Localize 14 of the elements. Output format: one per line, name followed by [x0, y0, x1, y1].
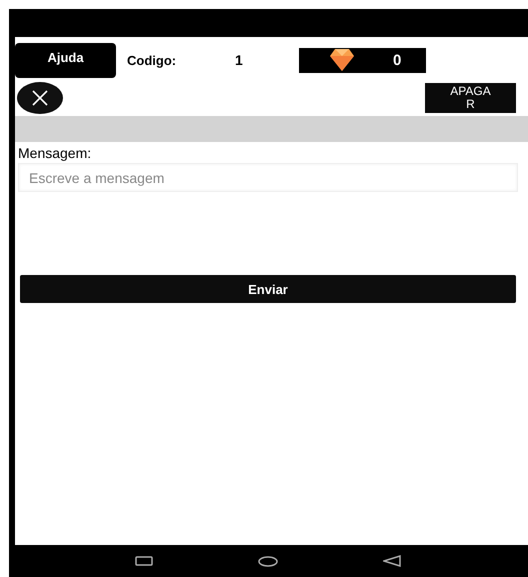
- back-icon[interactable]: [382, 555, 400, 567]
- code-label: Codigo:: [127, 52, 178, 68]
- recents-icon[interactable]: [134, 556, 152, 566]
- send-button[interactable]: Enviar: [20, 275, 516, 303]
- message-label: Mensagem:: [18, 145, 92, 161]
- help-button[interactable]: Ajuda: [15, 42, 116, 78]
- gem-count: 0: [393, 52, 402, 68]
- clear-button[interactable]: APAGAR: [425, 82, 516, 112]
- gem-icon: [330, 49, 354, 71]
- message-field[interactable]: Escreve a mensagem: [18, 163, 518, 192]
- close-icon: [31, 88, 49, 106]
- close-button[interactable]: [17, 82, 63, 114]
- code-value: 1: [235, 52, 244, 68]
- home-icon[interactable]: [258, 556, 278, 566]
